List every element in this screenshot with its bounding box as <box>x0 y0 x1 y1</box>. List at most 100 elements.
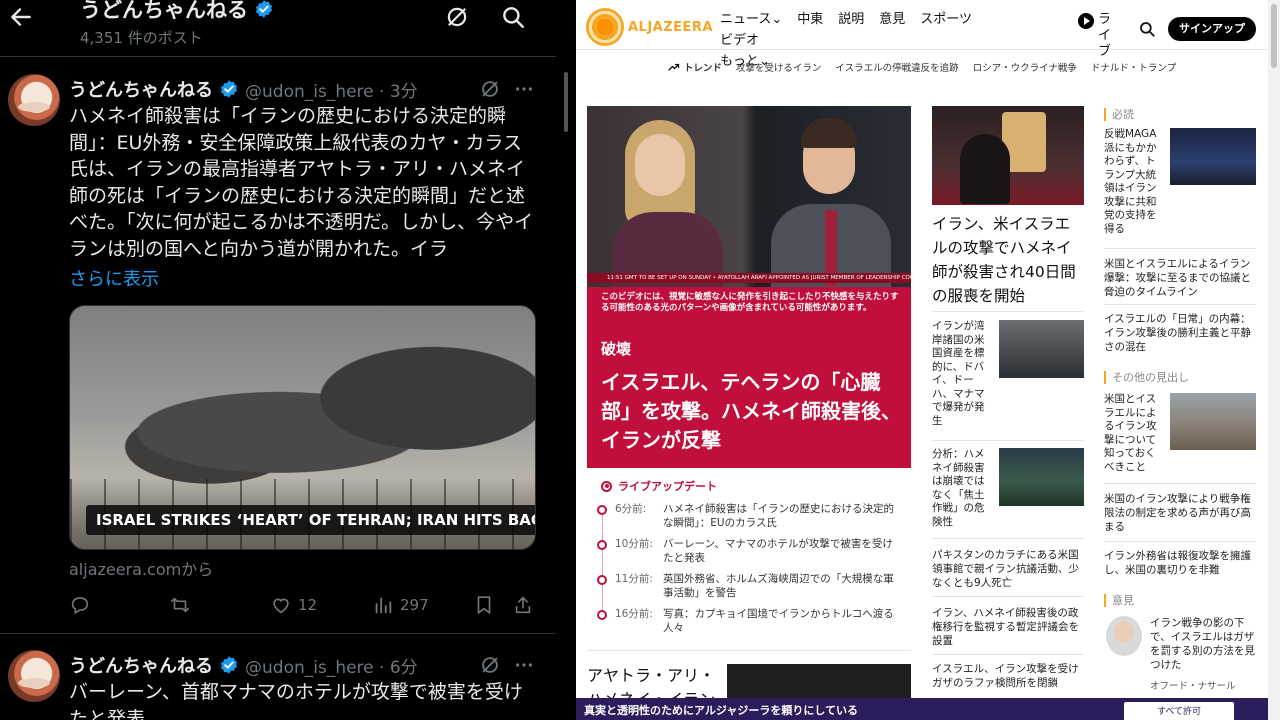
author-handle-time[interactable]: @udon_is_here · 6分 <box>245 653 418 678</box>
post-actions: 12 297 <box>69 594 536 618</box>
post-header: うどんちゃんねる @udon_is_here · 3分 <box>69 76 418 102</box>
divider <box>1104 304 1256 305</box>
aljazeera-page: ALJAZEERA ニュース⌄ 中東 説明 意見 スポーツビデオ もっと⌄ ライブ サイン… <box>576 0 1268 720</box>
header-divider <box>0 56 556 57</box>
divider <box>932 311 1084 312</box>
story-headline: 分析：ハメネイ師殺害は崩壊ではなく「焦土作戦」の危険性 <box>932 448 985 528</box>
update-text: ハメネイ師殺害は「イランの歴史における決定的な瞬間」：EUのカラス氏 <box>663 503 894 529</box>
hero-category[interactable]: 破壊 <box>601 338 631 359</box>
repost-icon <box>170 597 190 613</box>
post-header: うどんちゃんねる @udon_is_here · 6分 <box>69 652 418 678</box>
story-item[interactable]: 米国とイスラエルによるイラン爆撃：攻撃に至るまでの協議と脅迫のタイムライン <box>1104 257 1256 299</box>
share-button[interactable] <box>512 594 534 616</box>
views-chart-icon <box>375 597 392 614</box>
menu-opinion[interactable]: 意見 <box>879 12 905 27</box>
link-preview-card[interactable]: ISRAEL STRIKES ‘HEART’ OF TEHRAN; IRAN H… <box>69 305 536 550</box>
verified-badge-icon <box>220 656 238 674</box>
allow-all-button[interactable]: すべて許可 <box>1124 702 1234 720</box>
update-text: バーレーン、マナマのホテルが攻撃で被害を受けたと発表 <box>663 538 893 564</box>
story-headline: 反戦MAGA派にもかかわらず、トランプ大統領はイラン攻撃に共和党の支持を得る <box>1104 128 1157 235</box>
opinion-headline[interactable]: イラン戦争の影の下で、イスラエルはガザを罰する別の方法を見つけた <box>1150 616 1256 672</box>
story-item[interactable]: イラン外務省は報復攻撃を擁護し、米国の裏切りを非難 <box>1104 549 1256 577</box>
like-button[interactable]: 12 <box>270 594 317 616</box>
story-item[interactable]: イスラエル、イラン攻撃を受けガザのラファ検問所を閉鎖 <box>932 662 1084 690</box>
preview-caption: ISRAEL STRIKES ‘HEART’ OF TEHRAN; IRAN H… <box>86 505 535 535</box>
trend-item[interactable]: ロシア・ウクライナ戦争 <box>973 60 1077 74</box>
hero-headline[interactable]: イスラエル、テヘランの「心臓部」を攻撃。ハメネイ師殺害後、イランが反撃 <box>601 368 901 455</box>
trending-label-text: トレンド <box>683 63 722 74</box>
story-item[interactable]: イラン、ハメネイ師殺害後の政権移行を監視する暫定評議会を設置 <box>932 606 1084 648</box>
menu-middle-east[interactable]: 中東 <box>797 12 823 27</box>
post-text: バーレーン、首都マナマのホテルが攻撃で被害を受けたと発表 <box>69 681 523 720</box>
section-must-read: 必読 <box>1104 108 1134 121</box>
back-arrow-icon[interactable] <box>8 4 34 30</box>
view-count: 297 <box>400 596 429 614</box>
x-timeline-pane: うどんちゃんねる 4,351 件のポスト うどんちゃんねる @udon_is_h… <box>0 0 556 720</box>
menu-explained[interactable]: 説明 <box>838 12 864 27</box>
show-more-link[interactable]: さらに表示 <box>69 265 159 291</box>
live-indicator-icon <box>601 480 612 492</box>
like-count: 12 <box>298 596 318 614</box>
divider <box>932 596 1084 597</box>
more-options-icon[interactable] <box>513 78 535 100</box>
live-button[interactable]: ライブ <box>1078 12 1122 60</box>
live-updates-label[interactable]: ライブアップデート <box>601 478 717 494</box>
signup-button[interactable]: サインアップ <box>1168 17 1256 41</box>
update-text: 英国外務省、ホルムズ海峡周辺での「大規模な軍事活動」を警告 <box>663 573 894 599</box>
aljazeera-logo[interactable]: ALJAZEERA <box>586 8 713 46</box>
update-time: 11分前: <box>615 573 653 585</box>
bookmark-button[interactable] <box>473 594 495 616</box>
post-count: 4,351 件のポスト <box>80 29 203 47</box>
video-warning: このビデオには、視覚に敏感な人に発作を引き起こしたり不快感を与えたりする可能性の… <box>601 292 899 313</box>
grok-icon[interactable] <box>444 4 470 30</box>
reply-button[interactable] <box>69 594 91 616</box>
link-source[interactable]: aljazeera.comから <box>69 556 213 580</box>
hero-video-player[interactable]: 11:51 GMT TO BE SET UP ON SUNDAY • AYATO… <box>587 106 911 287</box>
share-icon <box>515 596 531 614</box>
grok-icon[interactable] <box>479 78 501 100</box>
reply-icon <box>71 597 89 615</box>
grok-icon[interactable] <box>479 654 501 676</box>
trending-label: トレンド <box>668 60 722 74</box>
author-name[interactable]: うどんちゃんねる <box>69 76 213 102</box>
news-ticker: 11:51 GMT TO BE SET UP ON SUNDAY • AYATO… <box>587 273 911 283</box>
repost-button[interactable] <box>169 594 191 616</box>
story-item[interactable]: イスラエルの「日常」の内幕：イラン攻撃後の勝利主義と平静さの混在 <box>1104 312 1256 354</box>
live-updates-title: ライブアップデート <box>618 480 717 493</box>
aljazeera-logo-icon <box>586 8 624 46</box>
pane-scrollbar-thumb[interactable] <box>564 72 568 132</box>
author-name[interactable]: うどんちゃんねる <box>69 652 213 678</box>
avatar[interactable] <box>8 74 60 126</box>
menu-news[interactable]: ニュース⌄ <box>720 12 782 27</box>
browser-scrollbar[interactable] <box>1268 0 1280 720</box>
menu-video[interactable]: ビデオ <box>720 33 759 48</box>
search-icon[interactable] <box>500 4 526 30</box>
story-item[interactable]: パキスタンのカラチにある米国領事館で親イラン抗議活動、少なくとも9人死亡 <box>932 548 1084 590</box>
story-item[interactable]: 米国のイラン攻撃により戦争権限法の制定を求める声が再び高まる <box>1104 492 1256 534</box>
author-handle-time[interactable]: @udon_is_here · 3分 <box>245 77 418 102</box>
timeline-dot-icon <box>597 540 607 550</box>
post-divider <box>0 633 556 634</box>
opinion-author[interactable]: オフード・ナサール <box>1150 678 1236 692</box>
update-time: 16分前: <box>615 608 653 620</box>
views-button[interactable]: 297 <box>372 594 429 616</box>
story-headline[interactable]: イラン、米イスラエルの攻撃でハメネイ師が殺害され40日間の服喪を開始 <box>932 212 1084 308</box>
avatar[interactable] <box>8 650 60 702</box>
section-opinion: 意見 <box>1104 594 1134 607</box>
more-options-icon[interactable] <box>513 654 535 676</box>
trending-bar: トレンド 攻撃を受けるイラン イスラエルの停戦違反を追跡 ロシア・ウクライナ戦争… <box>576 58 1268 76</box>
pane-separator[interactable] <box>556 0 576 720</box>
divider <box>1104 248 1256 249</box>
news-anchor-image <box>771 118 891 287</box>
hero-story[interactable]: 11:51 GMT TO BE SET UP ON SUNDAY • AYATO… <box>587 106 911 468</box>
search-icon[interactable] <box>1138 20 1156 38</box>
menu-sport[interactable]: スポーツ <box>920 12 972 27</box>
trend-item[interactable]: ドナルド・トランプ <box>1091 60 1176 74</box>
news-anchor-image <box>613 120 723 287</box>
story-image[interactable] <box>932 106 1084 205</box>
trend-item[interactable]: 攻撃を受けるイラン <box>736 60 822 74</box>
story-thumbnail <box>999 320 1084 378</box>
timeline-dot-icon <box>597 575 607 585</box>
browser-scrollbar-thumb[interactable] <box>1271 4 1277 68</box>
trend-item[interactable]: イスラエルの停戦違反を追跡 <box>835 60 958 74</box>
